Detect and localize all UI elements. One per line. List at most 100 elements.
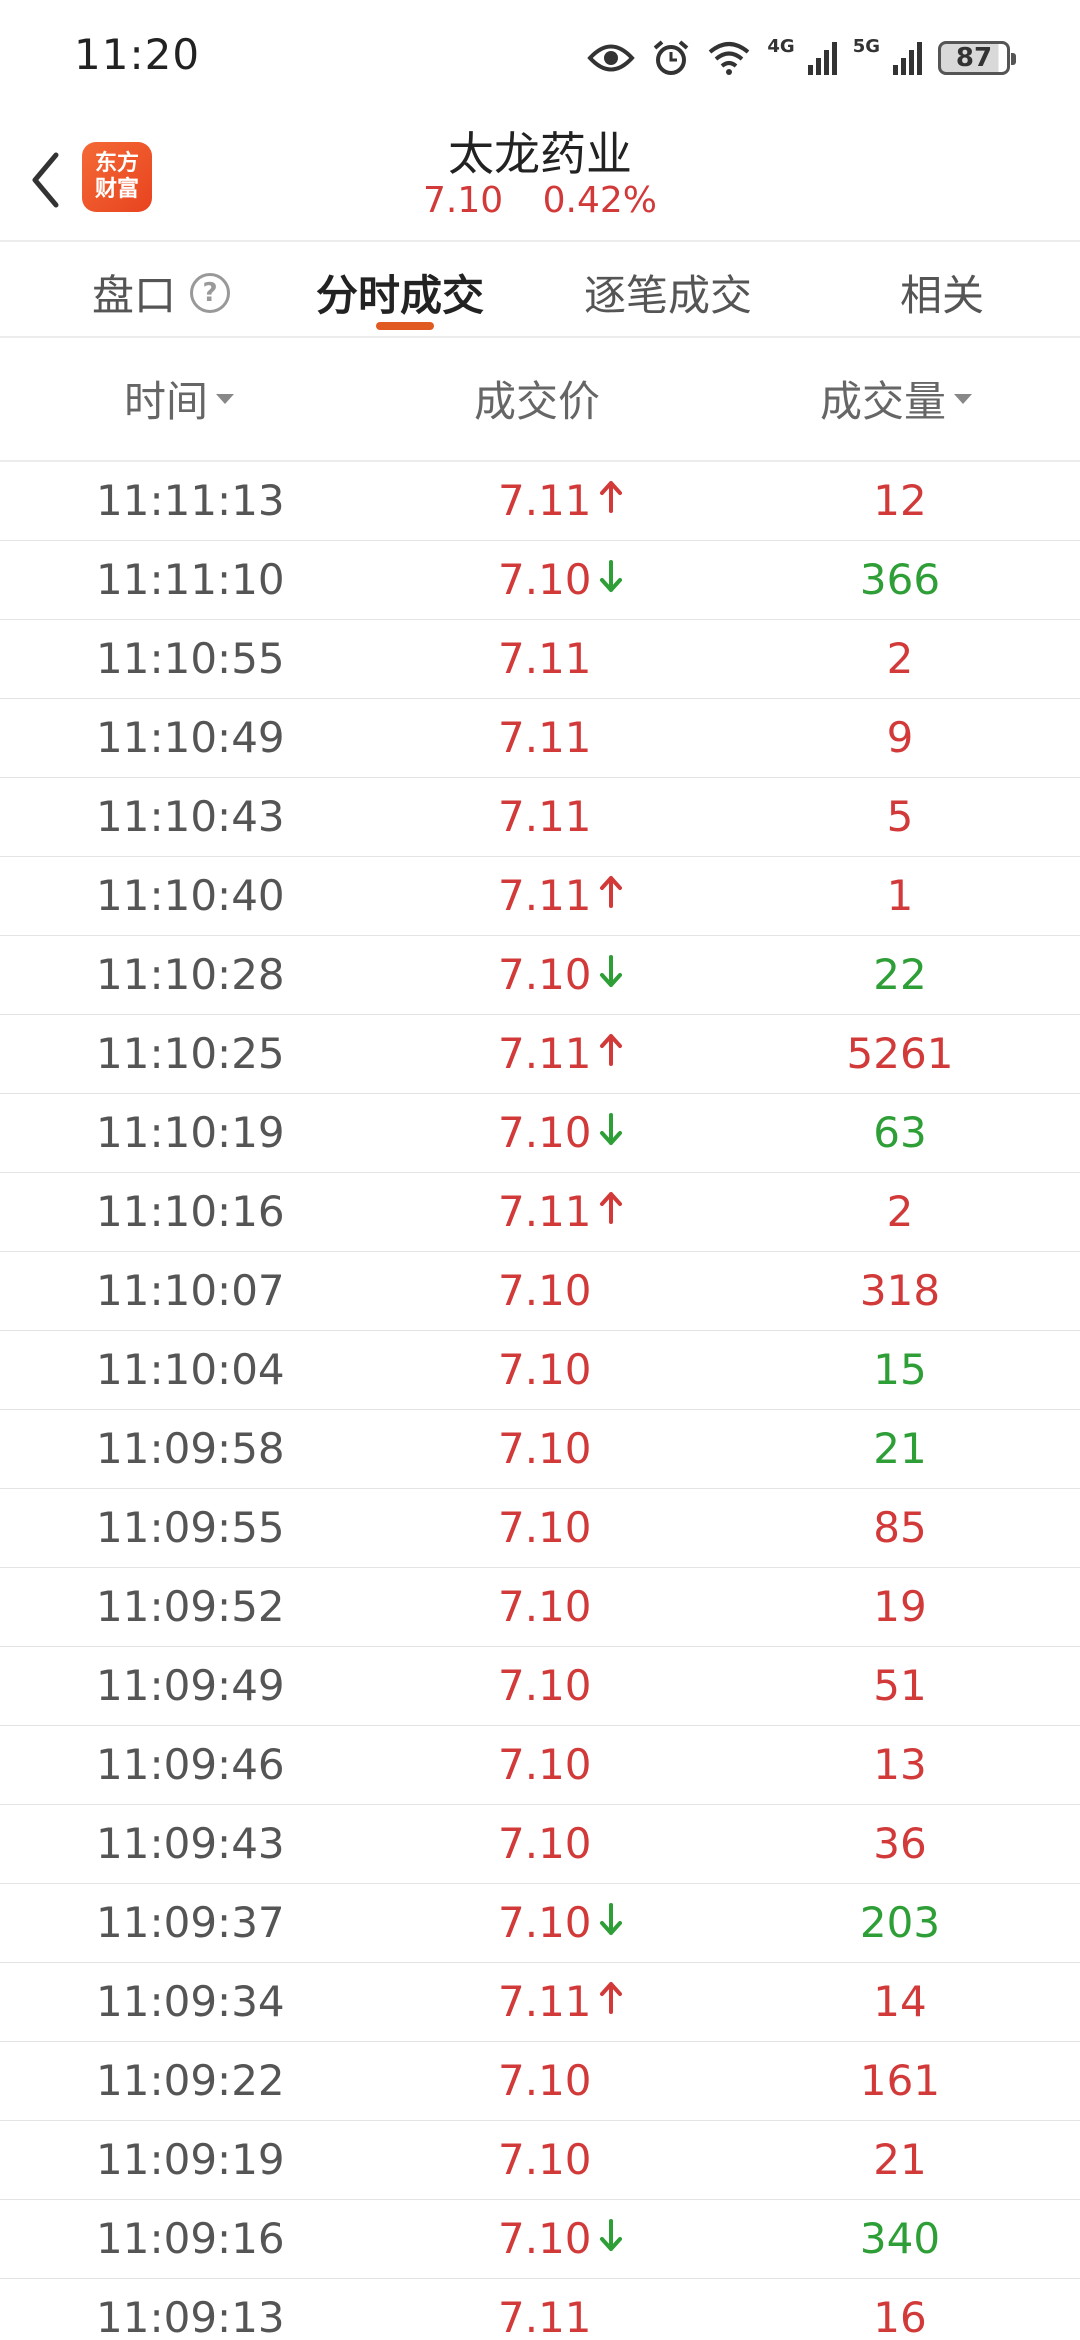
trade-price-cell: 7.10 xyxy=(498,2056,592,2105)
trade-price-cell: 7.11 xyxy=(498,1029,624,1078)
battery-level: 87 xyxy=(955,43,993,73)
trade-row: 11:09:37 7.10 203 xyxy=(0,1884,1080,1963)
network-4g-label: 4G xyxy=(767,35,795,57)
arrow-up-icon xyxy=(592,871,624,920)
trade-time: 11:10:43 xyxy=(96,792,285,841)
trade-row: 11:10:16 7.11 2 xyxy=(0,1173,1080,1252)
trade-price-cell: 7.11 xyxy=(498,871,624,920)
trade-volume: 21 xyxy=(873,1424,927,1473)
tab-timeshare-trades[interactable]: 分时成交 xyxy=(316,262,484,323)
trade-row: 11:09:13 7.11 16 xyxy=(0,2279,1080,2340)
trade-row: 11:09:19 7.10 21 xyxy=(0,2121,1080,2200)
stock-quote: 7.10 0.42% xyxy=(0,180,1080,221)
trade-price-cell: 7.11 xyxy=(498,634,592,683)
trade-price: 7.10 xyxy=(498,1740,592,1789)
active-tab-indicator xyxy=(376,322,434,330)
trade-row: 11:09:49 7.10 51 xyxy=(0,1647,1080,1726)
trade-time: 11:09:58 xyxy=(96,1424,285,1473)
trade-price-cell: 7.11 xyxy=(498,1187,624,1236)
tab-panel-label: 盘口 xyxy=(92,271,177,320)
trade-price-cell: 7.11 xyxy=(498,792,592,841)
trade-volume: 13 xyxy=(873,1740,927,1789)
arrow-up-icon xyxy=(592,1977,624,2026)
column-price-header: 成交价 xyxy=(474,368,600,429)
trade-volume: 5261 xyxy=(846,1029,954,1078)
trade-row: 11:11:13 7.11 12 xyxy=(0,462,1080,541)
trade-row: 11:10:43 7.11 5 xyxy=(0,778,1080,857)
stock-change-pct: 0.42% xyxy=(542,180,657,221)
trade-volume: 12 xyxy=(873,476,927,525)
tab-tick-trades-label: 逐笔成交 xyxy=(584,271,753,320)
trade-price-cell: 7.10 xyxy=(498,1345,592,1394)
trade-price-cell: 7.10 xyxy=(498,1661,592,1710)
eye-icon xyxy=(587,41,636,75)
arrow-down-icon xyxy=(592,1108,624,1157)
trade-time: 11:09:13 xyxy=(96,2293,285,2340)
tab-bar: 盘口 ? 分时成交 逐笔成交 相关 xyxy=(0,244,1080,338)
trade-price: 7.10 xyxy=(498,1898,592,1947)
status-bar: 11:20 4G 5G 87 xyxy=(0,0,1080,118)
trade-time: 11:09:55 xyxy=(96,1503,285,1552)
trade-price: 7.10 xyxy=(498,1819,592,1868)
trade-price-cell: 7.11 xyxy=(498,713,592,762)
tab-panel[interactable]: 盘口 ? xyxy=(92,262,231,323)
trade-time: 11:09:52 xyxy=(96,1582,285,1631)
arrow-up-icon xyxy=(592,1187,624,1236)
tab-related[interactable]: 相关 xyxy=(900,262,984,323)
help-icon[interactable]: ? xyxy=(190,272,231,313)
trade-price: 7.10 xyxy=(498,1345,592,1394)
trade-price: 7.11 xyxy=(498,2293,592,2340)
trade-time: 11:10:16 xyxy=(96,1187,285,1236)
trade-time: 11:10:40 xyxy=(96,871,285,920)
tab-tick-trades[interactable]: 逐笔成交 xyxy=(584,262,752,323)
trade-volume: 340 xyxy=(859,2214,941,2263)
trade-price-cell: 7.10 xyxy=(498,1503,592,1552)
trade-price: 7.10 xyxy=(498,2135,592,2184)
arrow-up-icon xyxy=(592,1029,624,1078)
trade-time: 11:09:22 xyxy=(96,2056,285,2105)
trade-volume: 51 xyxy=(873,1661,927,1710)
trade-price-cell: 7.10 xyxy=(498,1740,592,1789)
trade-row: 11:10:55 7.11 2 xyxy=(0,620,1080,699)
trade-volume: 22 xyxy=(873,950,927,999)
stock-header: 东方 财富 太龙药业 7.10 0.42% xyxy=(0,118,1080,242)
column-time-label: 时间 xyxy=(124,377,209,426)
trade-price: 7.11 xyxy=(498,1029,592,1078)
wifi-icon xyxy=(707,40,751,76)
trade-time: 11:11:13 xyxy=(96,476,285,525)
trade-price: 7.11 xyxy=(498,476,592,525)
trade-volume: 2 xyxy=(886,1187,914,1236)
trade-row: 11:09:58 7.10 21 xyxy=(0,1410,1080,1489)
tab-timeshare-trades-label: 分时成交 xyxy=(316,271,485,320)
trade-time: 11:09:16 xyxy=(96,2214,285,2263)
trade-row: 11:09:22 7.10 161 xyxy=(0,2042,1080,2121)
trade-time: 11:10:25 xyxy=(96,1029,285,1078)
column-volume-label: 成交量 xyxy=(820,377,947,426)
status-icons: 4G 5G 87 xyxy=(587,35,1016,80)
trade-list[interactable]: 11:11:13 7.11 12 11:11:10 7.10 366 11:10:55 7.1… xyxy=(0,462,1080,2340)
trade-row: 11:10:04 7.10 15 xyxy=(0,1331,1080,1410)
trade-price: 7.10 xyxy=(498,555,592,604)
trade-price: 7.10 xyxy=(498,1266,592,1315)
trade-time: 11:09:34 xyxy=(96,1977,285,2026)
column-time-header[interactable]: 时间 xyxy=(124,368,235,429)
trade-row: 11:09:55 7.10 85 xyxy=(0,1489,1080,1568)
trade-price: 7.10 xyxy=(498,1424,592,1473)
trade-row: 11:10:25 7.11 5261 xyxy=(0,1015,1080,1094)
trade-row: 11:09:52 7.10 19 xyxy=(0,1568,1080,1647)
trade-price: 7.10 xyxy=(498,1582,592,1631)
trade-time: 11:11:10 xyxy=(96,555,285,604)
column-volume-header[interactable]: 成交量 xyxy=(820,368,973,429)
trade-price-cell: 7.10 xyxy=(498,950,624,999)
trade-time: 11:10:04 xyxy=(96,1345,285,1394)
trade-volume: 16 xyxy=(873,2293,927,2340)
stock-name: 太龙药业 xyxy=(448,127,632,181)
trade-volume: 161 xyxy=(859,2056,941,2105)
trade-row: 11:10:07 7.10 318 xyxy=(0,1252,1080,1331)
trade-time: 11:09:49 xyxy=(96,1661,285,1710)
trade-row: 11:09:16 7.10 340 xyxy=(0,2200,1080,2279)
trade-price: 7.10 xyxy=(498,950,592,999)
trade-price: 7.10 xyxy=(498,1503,592,1552)
arrow-down-icon xyxy=(592,2214,624,2263)
trade-time: 11:10:19 xyxy=(96,1108,285,1157)
